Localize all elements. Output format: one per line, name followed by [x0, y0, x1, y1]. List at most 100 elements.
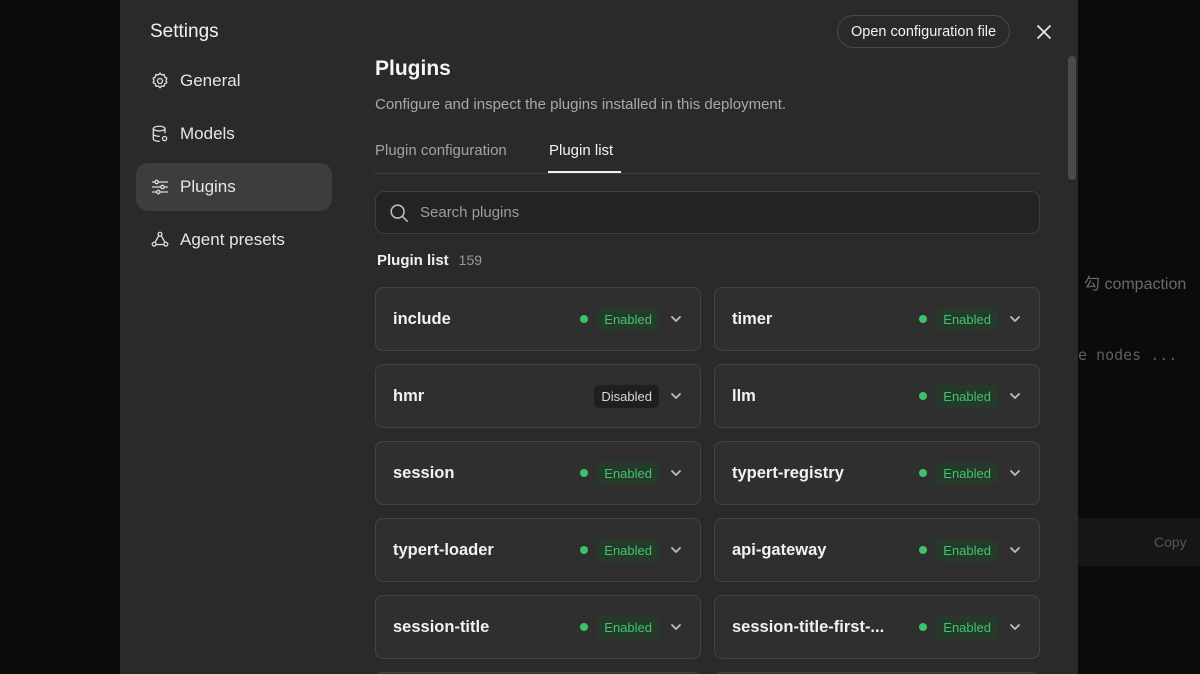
plugin-status: Enabled [919, 461, 998, 485]
nav-item-general[interactable]: General [136, 57, 332, 105]
expand-button[interactable] [1008, 389, 1022, 403]
page-description: Configure and inspect the plugins instal… [375, 96, 787, 113]
plugin-name: hmr [393, 386, 425, 405]
status-badge: Enabled [597, 538, 659, 562]
chevron-down-icon [1010, 470, 1020, 476]
active-tab-indicator [548, 171, 621, 173]
plugin-status: Enabled [919, 615, 998, 639]
status-badge: Enabled [936, 384, 998, 408]
chevron-down-icon [671, 624, 681, 630]
plugin-card[interactable]: session-title-first-... Enabled [714, 595, 1040, 659]
plugin-card[interactable]: llm Enabled [714, 364, 1040, 428]
tab-plugin-list[interactable]: Plugin list [549, 142, 613, 159]
status-dot [919, 469, 928, 477]
plugin-status: Enabled [580, 615, 659, 639]
plugin-status: Enabled [919, 307, 998, 331]
status-badge: Enabled [936, 538, 998, 562]
background-code: e nodes ... [1078, 346, 1178, 364]
status-badge: Enabled [936, 615, 998, 639]
plugin-status: Disabled [594, 384, 659, 408]
plugin-name: typert-loader [393, 540, 494, 559]
database-icon [152, 125, 168, 142]
status-dot [580, 469, 589, 477]
plugin-count: 159 [458, 252, 483, 268]
plugin-status: Enabled [580, 461, 659, 485]
status-badge: Enabled [597, 461, 659, 485]
nav-item-plugins[interactable]: Plugins [136, 163, 332, 211]
plugin-status: Enabled [919, 384, 998, 408]
chevron-down-icon [1010, 547, 1020, 553]
status-dot [580, 623, 589, 631]
plugin-card[interactable]: api-gateway Enabled [714, 518, 1040, 582]
expand-button[interactable] [669, 389, 683, 403]
plugin-status: Enabled [919, 538, 998, 562]
status-badge: Enabled [597, 615, 659, 639]
search-box [375, 191, 1040, 234]
chevron-down-icon [671, 393, 681, 399]
status-badge: Disabled [594, 384, 659, 408]
plugin-card[interactable]: include Enabled [375, 287, 701, 351]
expand-button[interactable] [669, 466, 683, 480]
plugin-name: session-title [393, 617, 490, 636]
nav-item-label: Plugins [180, 177, 236, 196]
plugin-grid: include Enabled timer Enabled hmr Disabled llm… [375, 287, 1041, 674]
chevron-down-icon [671, 547, 681, 553]
search-icon [390, 203, 409, 222]
plugin-status: Enabled [580, 538, 659, 562]
plugin-card[interactable]: session-title Enabled [375, 595, 701, 659]
plugin-card[interactable]: timer Enabled [714, 287, 1040, 351]
chevron-down-icon [1010, 316, 1020, 322]
expand-button[interactable] [1008, 543, 1022, 557]
expand-button[interactable] [669, 543, 683, 557]
status-dot [919, 315, 928, 323]
nav-item-agent-presets[interactable]: Agent presets [136, 216, 332, 264]
background-copy-button: Copy [1154, 534, 1187, 550]
plugin-name: include [393, 309, 451, 328]
plugin-name: timer [732, 309, 773, 328]
background-text: 勾 compaction [1084, 276, 1187, 293]
nav-item-label: Models [180, 124, 235, 143]
tab-plugin-configuration[interactable]: Plugin configuration [375, 142, 507, 159]
expand-button[interactable] [1008, 620, 1022, 634]
tab-bar: Plugin configuration Plugin list [374, 132, 1040, 174]
plugin-name: llm [732, 386, 756, 405]
chevron-down-icon [671, 470, 681, 476]
plugin-card[interactable]: typert-registry Enabled [714, 441, 1040, 505]
plugin-name: session [393, 463, 455, 482]
chevron-down-icon [1010, 393, 1020, 399]
plugin-card[interactable]: typert-loader Enabled [375, 518, 701, 582]
settings-title: Settings [150, 21, 219, 42]
expand-button[interactable] [669, 312, 683, 326]
settings-modal: Settings General Models Plugins Agent pr… [120, 0, 1078, 674]
status-badge: Enabled [936, 307, 998, 331]
status-dot [919, 546, 928, 554]
status-dot [919, 392, 928, 400]
chevron-down-icon [671, 316, 681, 322]
nav-item-label: General [180, 71, 241, 90]
expand-button[interactable] [669, 620, 683, 634]
status-dot [919, 623, 928, 631]
status-badge: Enabled [936, 461, 998, 485]
plugin-name: session-title-first-... [732, 617, 885, 636]
plugin-name: api-gateway [732, 540, 827, 559]
plugin-list-header: Plugin list 159 [377, 252, 482, 269]
plugin-list-label: Plugin list [377, 252, 449, 269]
gear-icon [152, 72, 168, 89]
sliders-icon [151, 179, 169, 195]
search-input[interactable] [420, 204, 980, 221]
page-title: Plugins [375, 57, 451, 80]
nav-item-models[interactable]: Models [136, 110, 332, 158]
expand-button[interactable] [1008, 466, 1022, 480]
status-dot [580, 546, 589, 554]
settings-nav: General Models Plugins Agent presets [136, 57, 332, 269]
scrollbar-thumb[interactable] [1068, 56, 1076, 180]
plugin-status: Enabled [580, 307, 659, 331]
expand-button[interactable] [1008, 312, 1022, 326]
plugin-name: typert-registry [732, 463, 844, 482]
status-badge: Enabled [597, 307, 659, 331]
plugin-card[interactable]: hmr Disabled [375, 364, 701, 428]
nav-item-label: Agent presets [180, 230, 285, 249]
plugin-card[interactable]: session Enabled [375, 441, 701, 505]
plugins-panel: Plugins Configure and inspect the plugin… [374, 0, 1040, 674]
status-dot [580, 315, 589, 323]
